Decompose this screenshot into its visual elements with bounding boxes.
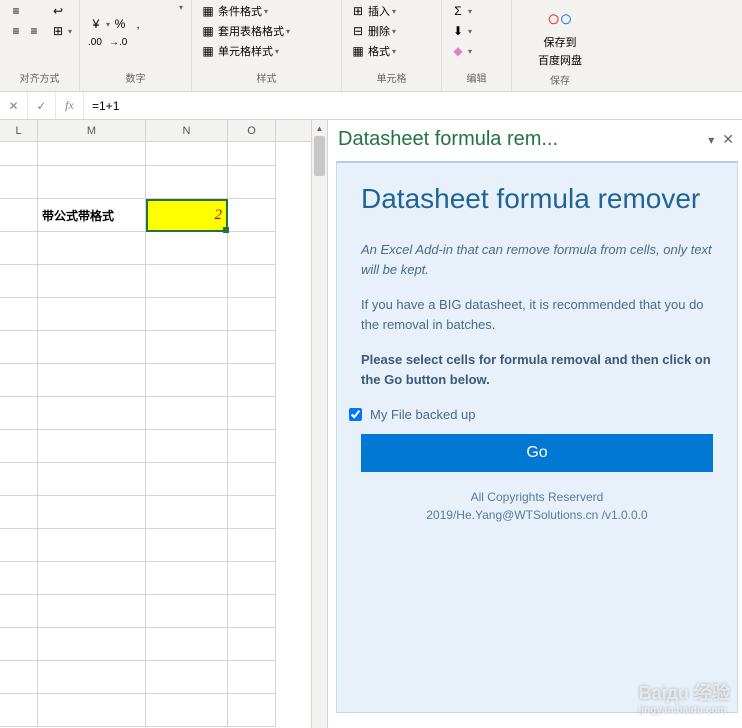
chevron-down-icon[interactable]: ▾ bbox=[179, 3, 183, 12]
fill[interactable]: ⬇▾ bbox=[448, 22, 474, 40]
addin-instruction: Please select cells for formula removal … bbox=[361, 350, 713, 389]
indent-decrease[interactable]: ≡ bbox=[6, 2, 44, 20]
backed-up-label: My File backed up bbox=[370, 407, 476, 422]
addin-note: If you have a BIG datasheet, it is recom… bbox=[361, 295, 713, 334]
percent-icon[interactable]: % bbox=[112, 16, 128, 32]
comma-icon[interactable]: , bbox=[130, 16, 146, 32]
indent-increase[interactable]: ≡≡ bbox=[6, 22, 44, 40]
sum-icon: Σ bbox=[450, 3, 466, 19]
insert-function[interactable]: fx bbox=[56, 92, 84, 119]
format-cells[interactable]: ▦格式▾ bbox=[348, 42, 398, 60]
addin-title: Datasheet formula remover bbox=[361, 181, 713, 216]
group-save: 保存 bbox=[518, 70, 602, 91]
delete-icon: ⊟ bbox=[350, 23, 366, 39]
footer-text: 2019/He.Yang@WTSolutions.cn /v1.0.0.0 bbox=[361, 506, 713, 524]
cond-icon: ▦ bbox=[200, 3, 216, 19]
delete-cells[interactable]: ⊟删除▾ bbox=[348, 22, 398, 40]
indent-in-icon: ≡ bbox=[8, 23, 24, 39]
col-M[interactable]: M bbox=[38, 120, 146, 141]
pane-title: Datasheet formula rem... bbox=[338, 128, 558, 151]
addin-description: An Excel Add-in that can remove formula … bbox=[361, 240, 713, 279]
merge-center[interactable]: ⊞▾ bbox=[48, 22, 74, 40]
copyright-text: All Copyrights Reserverd bbox=[361, 488, 713, 506]
formula-cancel[interactable]: ✕ bbox=[0, 92, 28, 119]
group-styles: 样式 bbox=[198, 68, 335, 89]
eraser-icon: ◆ bbox=[450, 43, 466, 59]
close-icon[interactable]: ✕ bbox=[722, 131, 734, 148]
group-editing: 编辑 bbox=[448, 68, 505, 89]
scroll-thumb[interactable] bbox=[314, 136, 325, 176]
format-as-table[interactable]: ▦套用表格格式▾ bbox=[198, 22, 292, 40]
group-cells: 单元格 bbox=[348, 68, 435, 89]
column-headers: L M N O bbox=[0, 120, 327, 142]
format-icon: ▦ bbox=[350, 43, 366, 59]
table-icon: ▦ bbox=[200, 23, 216, 39]
pane-menu[interactable]: ▾ bbox=[700, 133, 722, 147]
decimal-decrease[interactable]: →.0 bbox=[109, 37, 127, 48]
conditional-format[interactable]: ▦条件格式▾ bbox=[198, 2, 292, 20]
indent-in-icon2: ≡ bbox=[26, 23, 42, 39]
col-O[interactable]: O bbox=[228, 120, 276, 141]
cell-M3[interactable]: 带公式带格式 bbox=[38, 199, 146, 232]
currency-icon[interactable]: ¥ bbox=[88, 16, 104, 32]
fill-icon: ⬇ bbox=[450, 23, 466, 39]
task-pane: Datasheet formula rem... ▾ ✕ Datasheet f… bbox=[328, 120, 742, 728]
save-to-baidu[interactable]: ဝဝ 保存到 百度网盘 bbox=[534, 2, 586, 70]
cell-styles[interactable]: ▦单元格样式▾ bbox=[198, 42, 292, 60]
formula-input[interactable] bbox=[84, 99, 742, 113]
indent-out-icon: ≡ bbox=[8, 3, 24, 19]
decimal-increase[interactable]: .00 bbox=[88, 37, 102, 48]
insert-icon: ⊞ bbox=[350, 3, 366, 19]
spreadsheet[interactable]: L M N O 带公式带格式 2 bbox=[0, 120, 328, 728]
go-button[interactable]: Go bbox=[361, 434, 713, 472]
cell-N3-active[interactable]: 2 bbox=[146, 199, 228, 232]
vertical-scrollbar[interactable]: ▲ bbox=[311, 120, 327, 728]
wrap-text[interactable]: ↩ bbox=[48, 2, 74, 20]
formula-confirm[interactable]: ✓ bbox=[28, 92, 56, 119]
insert-cells[interactable]: ⊞插入▾ bbox=[348, 2, 398, 20]
col-L[interactable]: L bbox=[0, 120, 38, 141]
chevron-down-icon: ▾ bbox=[68, 27, 72, 36]
wrap-icon: ↩ bbox=[50, 3, 66, 19]
backed-up-checkbox[interactable] bbox=[349, 408, 362, 421]
group-number: 数字 bbox=[86, 68, 185, 89]
ribbon: ≡ ≡≡ ↩ ⊞▾ 对齐方式 ▾ ¥▾ % , .00 →.0 bbox=[0, 0, 742, 92]
scroll-up-icon[interactable]: ▲ bbox=[312, 120, 327, 136]
baidu-icon: ဝဝ bbox=[544, 4, 576, 32]
col-N[interactable]: N bbox=[146, 120, 228, 141]
clear[interactable]: ◆▾ bbox=[448, 42, 474, 60]
backed-up-checkbox-row[interactable]: My File backed up bbox=[349, 407, 713, 422]
group-alignment: 对齐方式 bbox=[6, 68, 73, 89]
formula-bar: ✕ ✓ fx bbox=[0, 92, 742, 120]
merge-icon: ⊞ bbox=[50, 23, 66, 39]
autosum[interactable]: Σ▾ bbox=[448, 2, 474, 20]
cellstyle-icon: ▦ bbox=[200, 43, 216, 59]
